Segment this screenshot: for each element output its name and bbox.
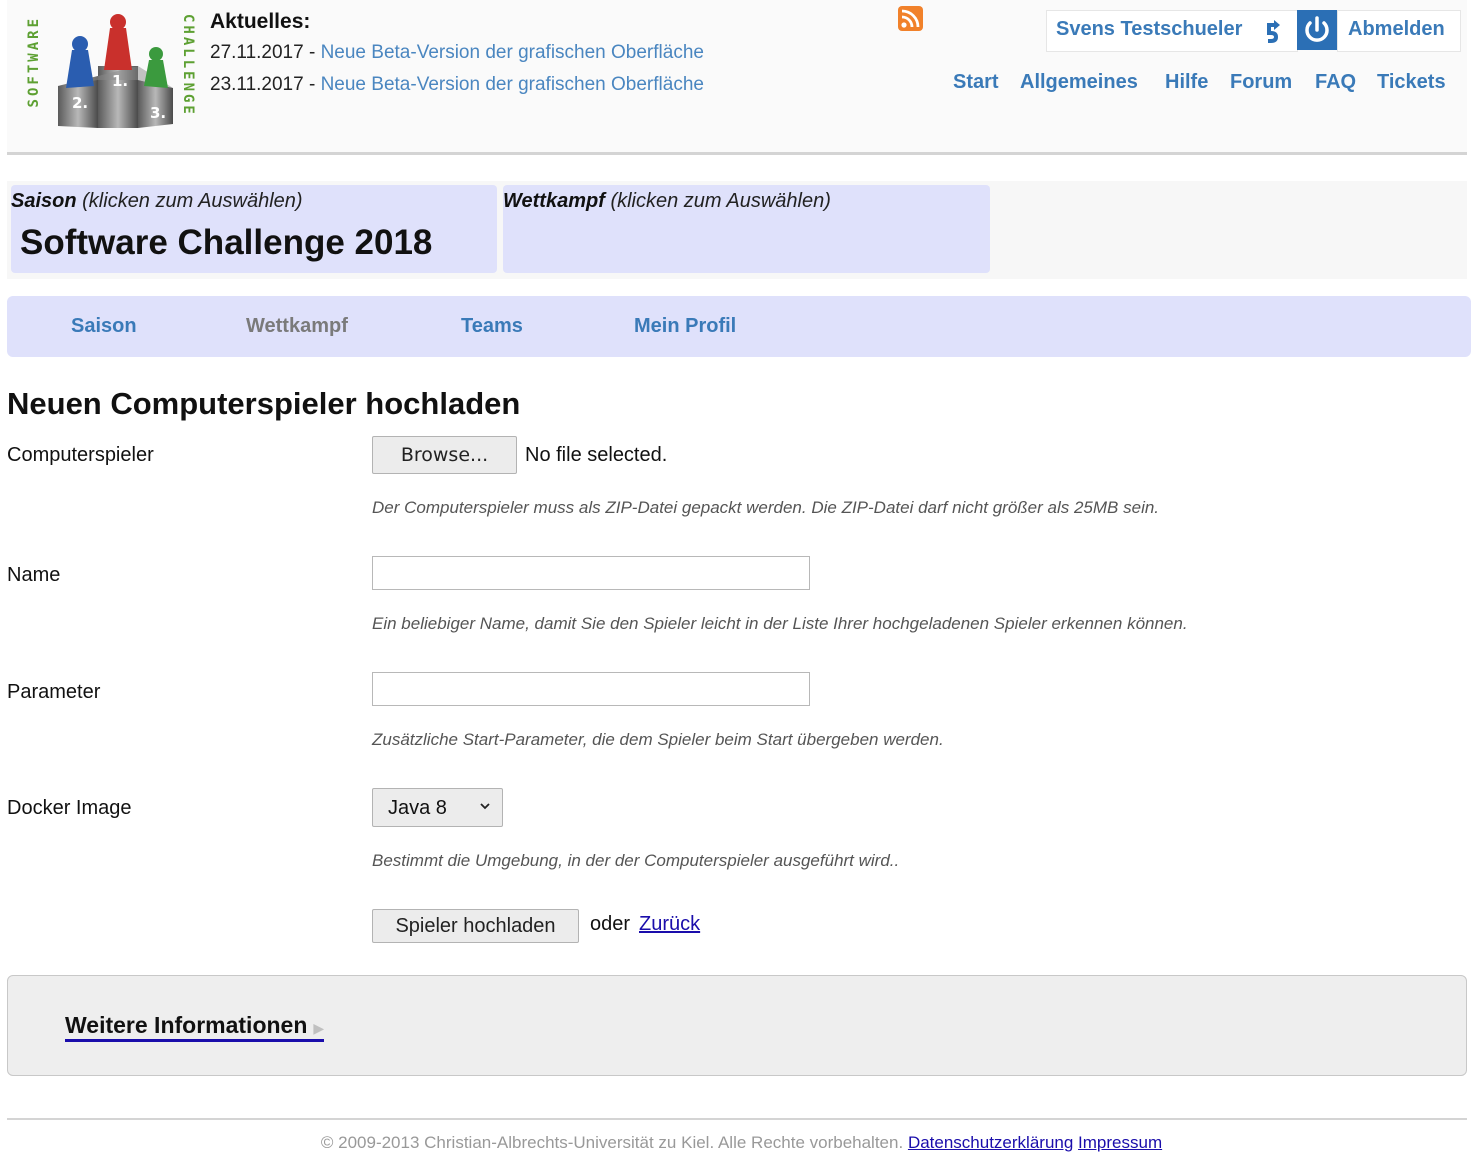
news-link[interactable]: Neue Beta-Version der grafischen Oberflä… xyxy=(321,74,704,95)
logo-software-text: SOFTWARE xyxy=(26,16,42,108)
contest-selector-label: Wettkampf (klicken zum Auswählen) xyxy=(503,190,831,212)
footer: © 2009-2013 Christian-Albrechts-Universi… xyxy=(0,1133,1483,1153)
page-title: Neuen Computerspieler hochladen xyxy=(7,386,521,421)
news-link[interactable]: Neue Beta-Version der grafischen Oberflä… xyxy=(321,42,704,63)
nav-tickets[interactable]: Tickets xyxy=(1377,71,1446,94)
computerspieler-label: Computerspieler xyxy=(7,444,154,466)
copyright-text: © 2009-2013 Christian-Albrechts-Universi… xyxy=(320,1133,904,1152)
news-item: 27.11.2017 - Neue Beta-Version der grafi… xyxy=(210,42,704,63)
nav-forum[interactable]: Forum xyxy=(1230,71,1292,94)
parameter-input[interactable] xyxy=(372,672,810,706)
logo-place-2: 2. xyxy=(72,94,88,112)
chevron-down-icon xyxy=(478,799,492,813)
tab-teams[interactable]: Teams xyxy=(461,315,523,338)
browse-button[interactable]: Browse... xyxy=(372,436,517,474)
logout-link[interactable]: Abmelden xyxy=(1348,18,1445,41)
power-icon[interactable] xyxy=(1297,10,1337,50)
software-challenge-logo[interactable]: 2. 1. 3. xyxy=(28,8,204,132)
upload-player-button[interactable]: Spieler hochladen xyxy=(372,909,579,943)
news-heading: Aktuelles: xyxy=(210,10,311,33)
news-date: 27.11.2017 xyxy=(210,42,304,63)
nav-allgemeines[interactable]: Allgemeines xyxy=(1020,71,1138,94)
more-info-label: Weitere Informationen xyxy=(65,1012,308,1038)
user-name-link[interactable]: Svens Testschueler xyxy=(1056,18,1242,41)
name-input[interactable] xyxy=(372,556,810,590)
privacy-link[interactable]: Datenschutzerklärung xyxy=(908,1133,1073,1152)
name-hint: Ein beliebiger Name, damit Sie den Spiel… xyxy=(372,614,1188,633)
expand-arrow-icon: ▶ xyxy=(313,1020,325,1036)
name-label: Name xyxy=(7,564,61,586)
back-link[interactable]: Zurück xyxy=(639,913,700,936)
nav-start[interactable]: Start xyxy=(953,71,999,94)
news-item: 23.11.2017 - Neue Beta-Version der grafi… xyxy=(210,74,704,95)
or-text: oder xyxy=(590,913,631,935)
file-status-text: No file selected. xyxy=(525,444,668,466)
nav-hilfe[interactable]: Hilfe xyxy=(1165,71,1208,94)
file-hint: Der Computerspieler muss als ZIP-Datei g… xyxy=(372,498,1160,517)
parameter-label: Parameter xyxy=(7,681,101,703)
rss-feed-icon[interactable] xyxy=(898,6,923,31)
news-date: 23.11.2017 xyxy=(210,74,304,95)
logo-place-1: 1. xyxy=(112,72,128,90)
header-divider xyxy=(7,152,1467,155)
docker-image-hint: Bestimmt die Umgebung, in der der Comput… xyxy=(372,851,900,870)
logo-challenge-text: CHALLENGE xyxy=(180,14,196,117)
docker-image-value: Java 8 xyxy=(388,797,447,819)
footer-divider xyxy=(7,1118,1467,1120)
tab-wettkampf[interactable]: Wettkampf xyxy=(246,315,348,338)
switch-user-icon[interactable] xyxy=(1261,19,1283,45)
season-value[interactable]: Software Challenge 2018 xyxy=(20,223,432,263)
parameter-hint: Zusätzliche Start-Parameter, die dem Spi… xyxy=(372,730,944,749)
docker-image-label: Docker Image xyxy=(7,797,132,819)
logo-place-3: 3. xyxy=(150,104,166,122)
tab-bar xyxy=(7,296,1471,357)
imprint-link[interactable]: Impressum xyxy=(1078,1133,1162,1152)
tab-mein-profil[interactable]: Mein Profil xyxy=(634,315,736,338)
tab-saison[interactable]: Saison xyxy=(71,315,137,338)
nav-faq[interactable]: FAQ xyxy=(1315,71,1356,94)
more-info-toggle[interactable]: Weitere Informationen ▶ xyxy=(65,1012,325,1042)
season-selector-label: Saison (klicken zum Auswählen) xyxy=(11,190,303,212)
